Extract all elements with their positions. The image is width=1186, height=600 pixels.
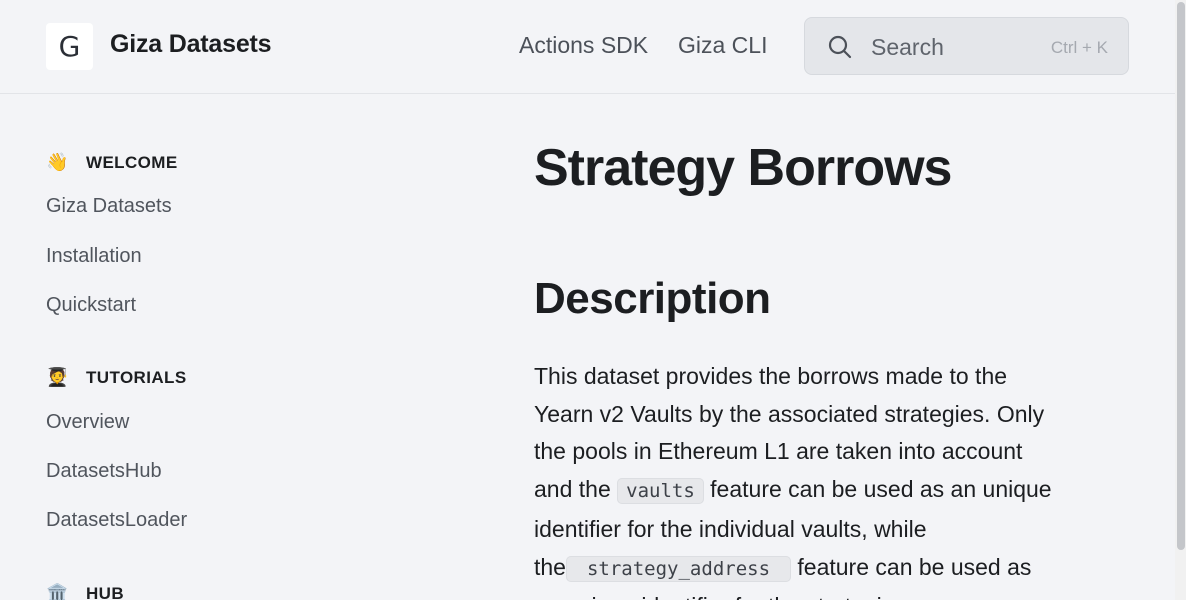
inline-code-strategy-address: strategy_address	[565, 555, 792, 582]
search-button[interactable]: Search Ctrl + K	[804, 17, 1129, 75]
sidebar-item-datasetsloader[interactable]: DatasetsLoader	[46, 509, 187, 532]
logo[interactable]: G	[46, 23, 93, 70]
sidebar-item-giza-datasets[interactable]: Giza Datasets	[46, 195, 172, 218]
student-icon: 🧑‍🎓	[46, 367, 69, 387]
scrollbar-thumb[interactable]	[1177, 2, 1185, 550]
site-title[interactable]: Giza Datasets	[110, 30, 272, 59]
nav-link-giza-cli[interactable]: Giza CLI	[678, 32, 767, 59]
classical-building-icon: 🏛️	[46, 583, 69, 600]
waving-hand-icon: 👋	[46, 152, 69, 172]
sidebar-item-overview[interactable]: Overview	[46, 411, 129, 434]
search-placeholder: Search	[871, 34, 944, 60]
sidebar-item-quickstart[interactable]: Quickstart	[46, 294, 136, 317]
sidebar-section-tutorials: 🧑‍🎓 TUTORIALS	[46, 367, 187, 388]
sidebar-section-title: TUTORIALS	[86, 367, 187, 387]
page-scrollbar[interactable]	[1175, 0, 1186, 600]
sidebar-section-hub: 🏛️ HUB	[46, 583, 124, 600]
sidebar-item-datasetshub[interactable]: DatasetsHub	[46, 460, 162, 483]
search-icon	[828, 35, 852, 59]
sidebar-section-title: HUB	[86, 583, 125, 600]
search-shortcut-hint: Ctrl + K	[1050, 38, 1108, 57]
sidebar-item-installation[interactable]: Installation	[46, 245, 142, 268]
top-header: G Giza Datasets Actions SDK Giza CLI Sea…	[0, 0, 1175, 94]
description-paragraph: This dataset provides the borrows made t…	[534, 358, 1059, 600]
section-heading-description: Description	[534, 274, 771, 323]
sidebar-section-title: WELCOME	[86, 152, 178, 172]
nav-link-actions-sdk[interactable]: Actions SDK	[519, 32, 648, 59]
sidebar-section-welcome: 👋 WELCOME	[46, 152, 178, 173]
sidebar: 👋 WELCOME Giza Datasets Installation Qui…	[46, 94, 446, 600]
inline-code-vaults: vaults	[617, 478, 704, 505]
page-title: Strategy Borrows	[534, 139, 952, 197]
